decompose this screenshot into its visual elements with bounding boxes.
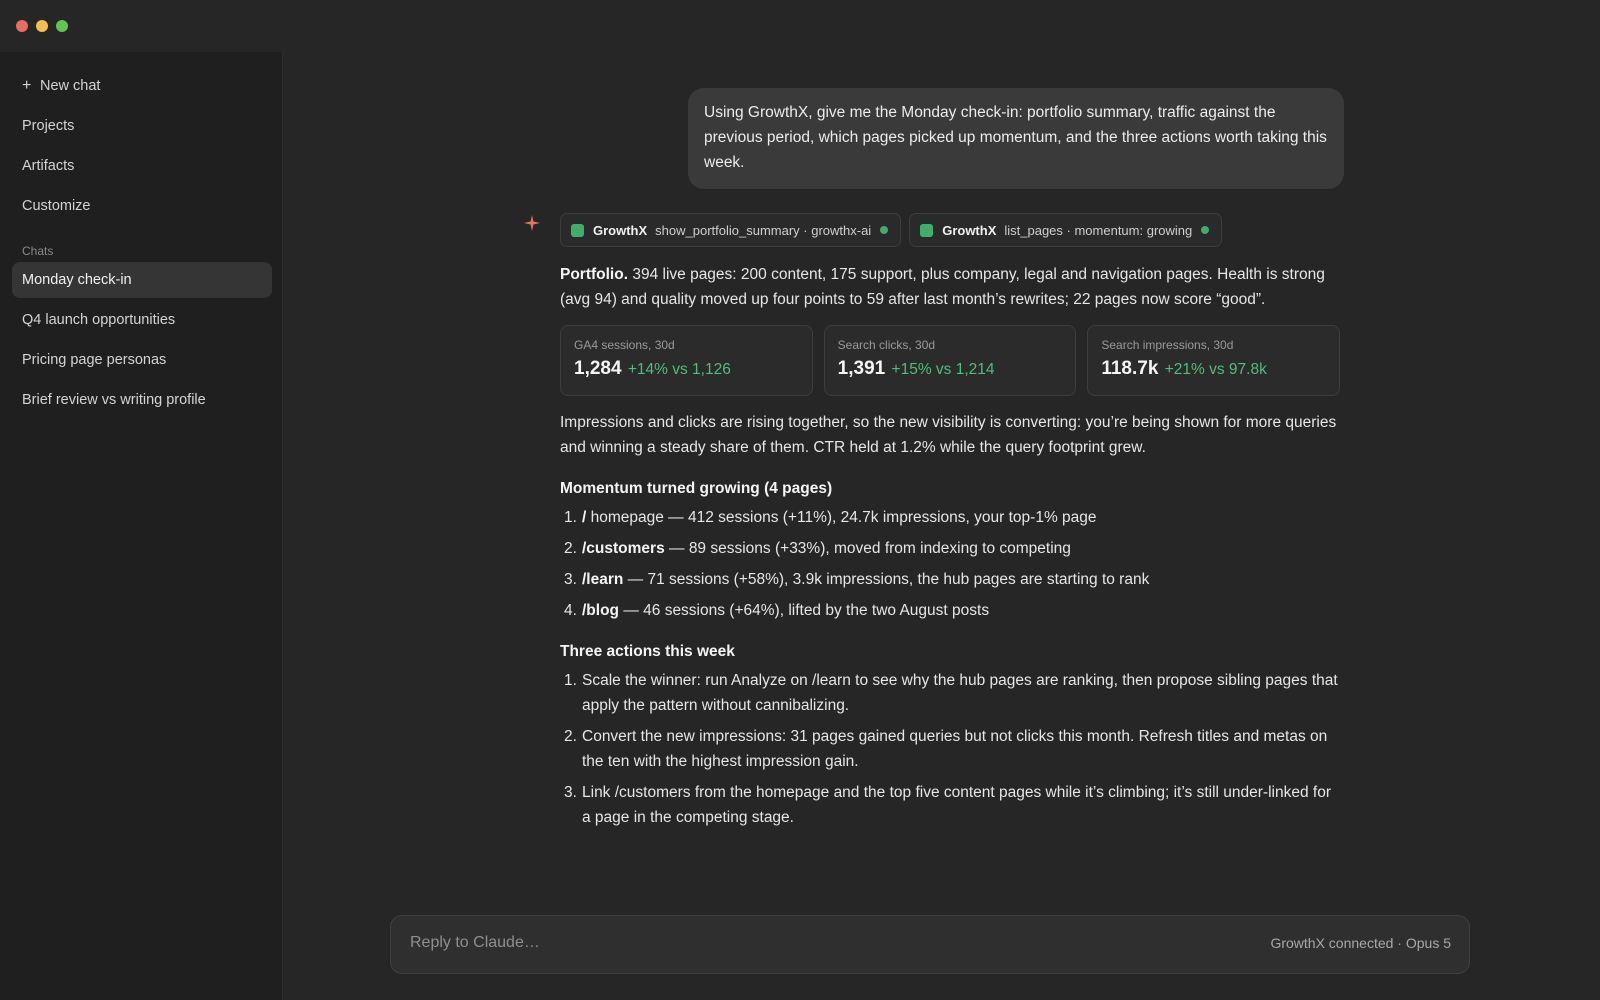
tool-app-name: GrowthX — [593, 222, 648, 238]
list-number: 3. — [564, 571, 577, 588]
list-item: 3. Link /customers from the homepage and … — [560, 780, 1340, 830]
sidebar-item-projects[interactable]: Projects — [12, 108, 272, 144]
tool-app-name: GrowthX — [942, 222, 997, 238]
portfolio-lead: Portfolio. — [560, 266, 629, 283]
stat-label: Search impressions, 30d — [1101, 338, 1234, 352]
tool-call-chip[interactable]: GrowthX list_pages · momentum: growing — [909, 213, 1223, 247]
stat-card-impressions: Search impressions, 30d 118.7k +21% vs 9… — [1087, 325, 1341, 396]
chat-item-q4-launch[interactable]: Q4 launch opportunities — [12, 302, 272, 338]
list-number: 3. — [564, 784, 577, 801]
reply-composer[interactable]: Reply to Claude… GrowthX connected · Opu… — [390, 915, 1470, 974]
chat-item-monday-check-in[interactable]: Monday check-in — [12, 262, 272, 298]
tool-detail: show_portfolio_summary · growthx-ai — [655, 222, 872, 238]
claude-spark-icon — [523, 214, 541, 232]
page-path: /learn — [582, 571, 624, 588]
status-dot-icon — [880, 226, 889, 234]
chat-item-pricing-personas[interactable]: Pricing page personas — [12, 342, 272, 378]
stat-value: 1,391 — [837, 358, 886, 379]
plus-icon: + — [22, 77, 32, 94]
list-number: 1. — [564, 509, 577, 526]
user-message: Using GrowthX, give me the Monday check-… — [688, 88, 1344, 189]
close-window-button[interactable] — [16, 20, 28, 32]
stat-value: 118.7k — [1101, 358, 1159, 379]
list-number: 2. — [564, 728, 577, 745]
new-chat-label: New chat — [40, 78, 101, 94]
actions-heading: Three actions this week — [560, 643, 735, 660]
new-chat-button[interactable]: + New chat — [12, 68, 272, 104]
list-text: Scale the winner: run Analyze on /learn … — [582, 672, 1338, 714]
list-item: 2. Convert the new impressions: 31 pages … — [560, 724, 1340, 774]
reply-input[interactable]: Reply to Claude… — [410, 934, 540, 952]
list-text: — 71 sessions (+58%), 3.9k impressions, … — [623, 571, 1150, 588]
sidebar: + New chat Projects Artifacts Customize C… — [0, 52, 283, 1000]
stat-card-sessions: GA4 sessions, 30d 1,284 +14% vs 1,126 — [560, 325, 813, 396]
list-text: homepage — 412 sessions (+11%), 24.7k im… — [586, 509, 1097, 526]
list-number: 4. — [564, 602, 577, 619]
list-number: 2. — [564, 540, 577, 557]
stat-card-clicks: Search clicks, 30d 1,391 +15% vs 1,214 — [823, 325, 1077, 396]
momentum-heading: Momentum turned growing (4 pages) — [560, 480, 833, 497]
list-item: 1. / homepage — 412 sessions (+11%), 24.7… — [560, 505, 1340, 530]
app-icon — [920, 223, 934, 237]
list-item: 1. Scale the winner: run Analyze on /lear… — [560, 668, 1340, 718]
stat-label: Search clicks, 30d — [837, 338, 936, 352]
stat-delta: +15% vs 1,214 — [891, 361, 995, 378]
chats-section-label: Chats — [22, 244, 54, 258]
impressions-paragraph: Impressions and clicks are rising togeth… — [560, 414, 1337, 456]
window-titlebar — [0, 0, 1600, 52]
maximize-window-button[interactable] — [56, 20, 68, 32]
stat-delta: +14% vs 1,126 — [627, 361, 731, 378]
page-path: /customers — [582, 540, 665, 557]
stat-value: 1,284 — [574, 358, 622, 379]
status-dot-icon — [1201, 226, 1210, 234]
tool-detail: list_pages · momentum: growing — [1004, 222, 1193, 238]
momentum-list: 1. / homepage — 412 sessions (+11%), 24.7… — [560, 505, 1340, 623]
list-text: — 46 sessions (+64%), lifted by the two … — [619, 602, 990, 619]
stat-label: GA4 sessions, 30d — [574, 338, 675, 352]
tool-calls: GrowthX show_portfolio_summary · growthx… — [560, 213, 1223, 247]
list-item: 3. /learn — 71 sessions (+58%), 3.9k impr… — [560, 567, 1340, 592]
list-text: Convert the new impressions: 31 pages ga… — [582, 728, 1328, 770]
assistant-response: Portfolio. 394 live pages: 200 content, … — [560, 262, 1341, 836]
chat-main: Using GrowthX, give me the Monday check-… — [284, 52, 1600, 1000]
sidebar-item-artifacts[interactable]: Artifacts — [12, 148, 272, 184]
app-icon — [571, 223, 584, 237]
composer-status: GrowthX connected · Opus 5 — [1270, 935, 1451, 951]
minimize-window-button[interactable] — [36, 20, 48, 32]
portfolio-text: 394 live pages: 200 content, 175 support… — [560, 266, 1325, 308]
portfolio-paragraph: Portfolio. 394 live pages: 200 content, … — [560, 262, 1340, 312]
tool-call-chip[interactable]: GrowthX show_portfolio_summary · growthx… — [560, 213, 902, 247]
list-item: 4. /blog — 46 sessions (+64%), lifted by … — [560, 598, 1340, 623]
page-path: /blog — [582, 602, 620, 619]
list-number: 1. — [564, 672, 577, 689]
chat-item-brief-review[interactable]: Brief review vs writing profile — [12, 382, 272, 418]
list-item: 2. /customers — 89 sessions (+33%), moved… — [560, 536, 1340, 561]
actions-list: 1. Scale the winner: run Analyze on /lear… — [560, 668, 1340, 830]
stat-cards: GA4 sessions, 30d 1,284 +14% vs 1,126 Se… — [560, 325, 1341, 396]
list-text: Link /customers from the homepage and th… — [582, 784, 1331, 826]
sidebar-item-customize[interactable]: Customize — [12, 188, 272, 224]
stat-delta: +21% vs 97.8k — [1164, 361, 1267, 378]
list-text: — 89 sessions (+33%), moved from indexin… — [664, 540, 1071, 557]
